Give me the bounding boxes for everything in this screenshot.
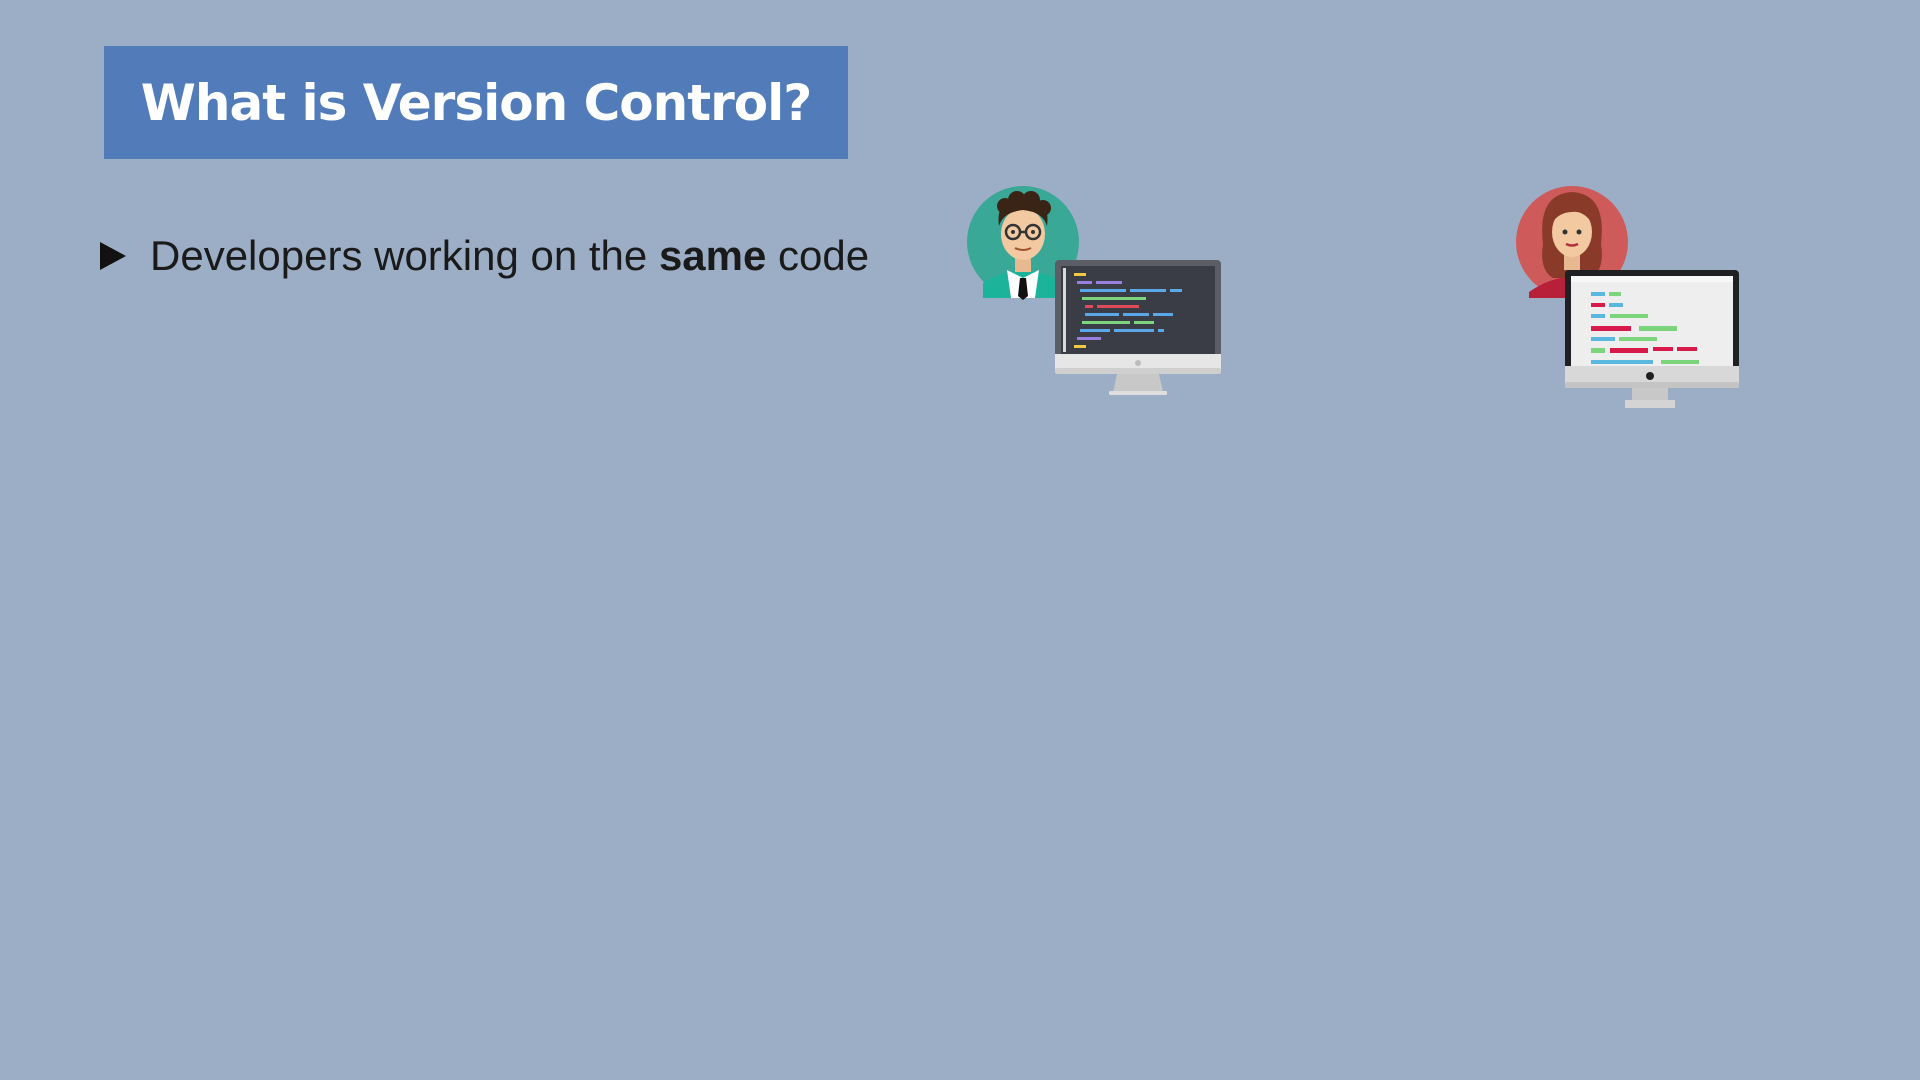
bullet-item: Developers working on the same code — [100, 232, 869, 280]
bullet-text: Developers working on the same code — [150, 232, 869, 280]
bullet-text-after: code — [766, 232, 870, 279]
title-banner: What is Version Control? — [104, 46, 848, 159]
triangle-bullet-icon — [100, 242, 126, 270]
male-developer-icon — [967, 186, 1221, 395]
slide-title: What is Version Control? — [140, 73, 813, 132]
bullet-text-before: Developers working on the — [150, 232, 659, 279]
bullet-text-bold: same — [658, 232, 767, 279]
female-developer-icon — [1516, 186, 1739, 408]
